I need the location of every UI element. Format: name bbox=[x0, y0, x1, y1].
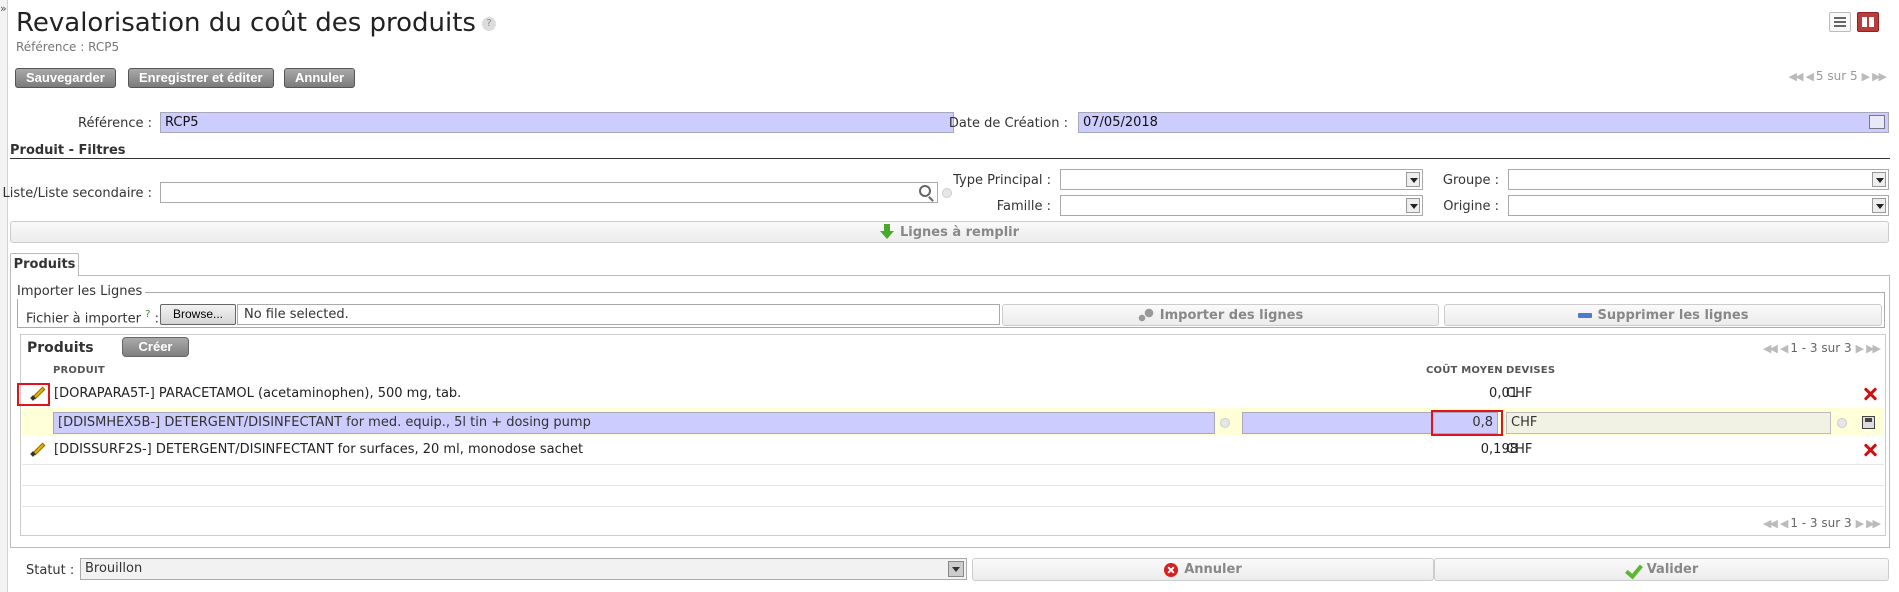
type-principal-select[interactable] bbox=[1060, 169, 1423, 190]
next-page-icon[interactable]: ▶ bbox=[1856, 342, 1865, 355]
famille-label: Famille : bbox=[996, 199, 1051, 214]
calendar-icon[interactable] bbox=[1869, 115, 1885, 129]
grid-line bbox=[22, 464, 1884, 465]
delete-icon[interactable] bbox=[1863, 387, 1877, 401]
tab-produits[interactable]: Produits bbox=[10, 253, 79, 276]
browse-button[interactable]: Browse... bbox=[160, 304, 236, 325]
product-edit-input[interactable]: [DDISMHEX5B-] DETERGENT/DISINFECTANT for… bbox=[53, 412, 1215, 434]
highlight-box bbox=[1431, 410, 1503, 436]
status-select[interactable]: Brouillon bbox=[80, 558, 967, 580]
next-page-icon[interactable]: ▶ bbox=[1856, 517, 1865, 530]
import-legend: Importer les Lignes bbox=[17, 284, 146, 299]
first-page-icon[interactable]: ◀◀ bbox=[1789, 70, 1804, 83]
type-principal-label: Type Principal : bbox=[953, 173, 1051, 188]
currency-edit-input[interactable]: CHF bbox=[1506, 412, 1831, 434]
grid-pager-top: ◀◀ ◀ 1 - 3 sur 3 ▶ ▶▶ bbox=[1762, 341, 1881, 355]
grid-line bbox=[22, 485, 1884, 486]
filters-section-title: Produit - Filtres bbox=[10, 143, 126, 158]
first-page-icon[interactable]: ◀◀ bbox=[1763, 517, 1778, 530]
reference-label: Référence : bbox=[78, 116, 152, 131]
delete-icon[interactable] bbox=[1863, 443, 1877, 457]
last-page-icon[interactable]: ▶▶ bbox=[1866, 517, 1881, 530]
page-title: Revalorisation du coût des produits? bbox=[16, 8, 496, 38]
reference-input[interactable]: RCP5 bbox=[160, 112, 954, 133]
double-chevron-icon: » bbox=[0, 2, 7, 15]
delete-lines-button[interactable]: Supprimer les lignes bbox=[1444, 304, 1882, 326]
list-dropdown-icon[interactable] bbox=[942, 188, 952, 198]
table-row[interactable]: [DDISSURF2S-] DETERGENT/DISINFECTANT for… bbox=[22, 436, 1884, 464]
create-button[interactable]: Créer bbox=[122, 337, 189, 357]
creation-date-label: Date de Création : bbox=[948, 116, 1068, 131]
currency: CHF bbox=[1506, 442, 1533, 457]
record-pager: ◀◀ ◀ 5 sur 5 ▶ ▶▶ bbox=[1788, 69, 1887, 83]
import-icon bbox=[1137, 308, 1154, 322]
first-page-icon[interactable]: ◀◀ bbox=[1763, 342, 1778, 355]
last-page-icon[interactable]: ▶▶ bbox=[1872, 70, 1887, 83]
origine-select[interactable] bbox=[1508, 195, 1889, 216]
arrow-down-icon bbox=[879, 224, 894, 240]
prev-page-icon[interactable]: ◀ bbox=[1805, 70, 1814, 83]
save-edit-button[interactable]: Enregistrer et éditer bbox=[128, 68, 274, 88]
save-row-icon[interactable] bbox=[1862, 416, 1875, 429]
product-name: [DDISSURF2S-] DETERGENT/DISINFECTANT for… bbox=[54, 442, 584, 457]
products-title: Produits bbox=[27, 340, 94, 356]
prev-page-icon[interactable]: ◀ bbox=[1780, 517, 1789, 530]
chevron-down-icon bbox=[1406, 198, 1420, 213]
chevron-down-icon bbox=[1406, 172, 1420, 187]
prev-page-icon[interactable]: ◀ bbox=[1780, 342, 1789, 355]
fill-lines-button[interactable]: Lignes à remplir bbox=[10, 221, 1889, 243]
file-label: Fichier à importer ? : bbox=[26, 309, 159, 327]
currency: CHF bbox=[1506, 386, 1533, 401]
grid-line bbox=[22, 506, 1884, 507]
product-dropdown-icon[interactable] bbox=[1220, 418, 1230, 428]
file-help-icon[interactable]: ? bbox=[145, 309, 150, 320]
check-icon bbox=[1625, 563, 1641, 577]
page-subtitle: Référence : RCP5 bbox=[16, 40, 120, 54]
currency-dropdown-icon[interactable] bbox=[1837, 418, 1847, 428]
footer-cancel-button[interactable]: Annuler bbox=[972, 558, 1434, 581]
list-label: Liste/Liste secondaire : bbox=[2, 186, 152, 201]
table-row[interactable]: [DORAPARA5T-] PARACETAMOL (acetaminophen… bbox=[22, 380, 1884, 408]
pencil-icon[interactable] bbox=[29, 440, 47, 458]
view-switcher bbox=[1829, 12, 1879, 32]
validate-button[interactable]: Valider bbox=[1434, 558, 1889, 581]
column-header-produit[interactable]: PRODUIT bbox=[53, 365, 105, 376]
column-header-devises[interactable]: DEVISES bbox=[1506, 365, 1555, 376]
famille-select[interactable] bbox=[1060, 195, 1423, 216]
origine-label: Origine : bbox=[1443, 199, 1499, 214]
list-view-icon bbox=[1834, 17, 1846, 27]
search-icon[interactable] bbox=[919, 185, 931, 197]
form-view-icon bbox=[1862, 17, 1874, 27]
chevron-down-icon bbox=[1872, 198, 1886, 213]
highlight-box bbox=[17, 383, 50, 406]
groupe-label: Groupe : bbox=[1442, 173, 1499, 188]
chevron-down-icon bbox=[948, 561, 964, 577]
chevron-down-icon bbox=[1872, 172, 1886, 187]
product-name: [DORAPARA5T-] PARACETAMOL (acetaminophen… bbox=[54, 386, 462, 401]
list-view-button[interactable] bbox=[1829, 12, 1851, 32]
section-divider bbox=[10, 158, 1890, 159]
status-label: Statut : bbox=[26, 563, 75, 578]
grid-pager-bottom: ◀◀ ◀ 1 - 3 sur 3 ▶ ▶▶ bbox=[1762, 516, 1881, 530]
cancel-icon bbox=[1164, 562, 1179, 577]
form-view-button[interactable] bbox=[1857, 12, 1879, 32]
last-page-icon[interactable]: ▶▶ bbox=[1866, 342, 1881, 355]
help-icon[interactable]: ? bbox=[481, 16, 496, 31]
collapse-handle[interactable]: » bbox=[0, 0, 8, 592]
minus-icon bbox=[1577, 312, 1592, 318]
cancel-button[interactable]: Annuler bbox=[284, 68, 356, 88]
next-page-icon[interactable]: ▶ bbox=[1862, 70, 1871, 83]
groupe-select[interactable] bbox=[1508, 169, 1889, 190]
save-button[interactable]: Sauvegarder bbox=[15, 68, 116, 88]
column-header-cout[interactable]: COÛT MOYEN bbox=[1426, 365, 1503, 376]
import-lines-button[interactable]: Importer des lignes bbox=[1002, 304, 1439, 326]
list-input[interactable] bbox=[160, 182, 938, 203]
file-name-field: No file selected. bbox=[237, 304, 1000, 325]
creation-date-input[interactable]: 07/05/2018 bbox=[1078, 112, 1889, 133]
